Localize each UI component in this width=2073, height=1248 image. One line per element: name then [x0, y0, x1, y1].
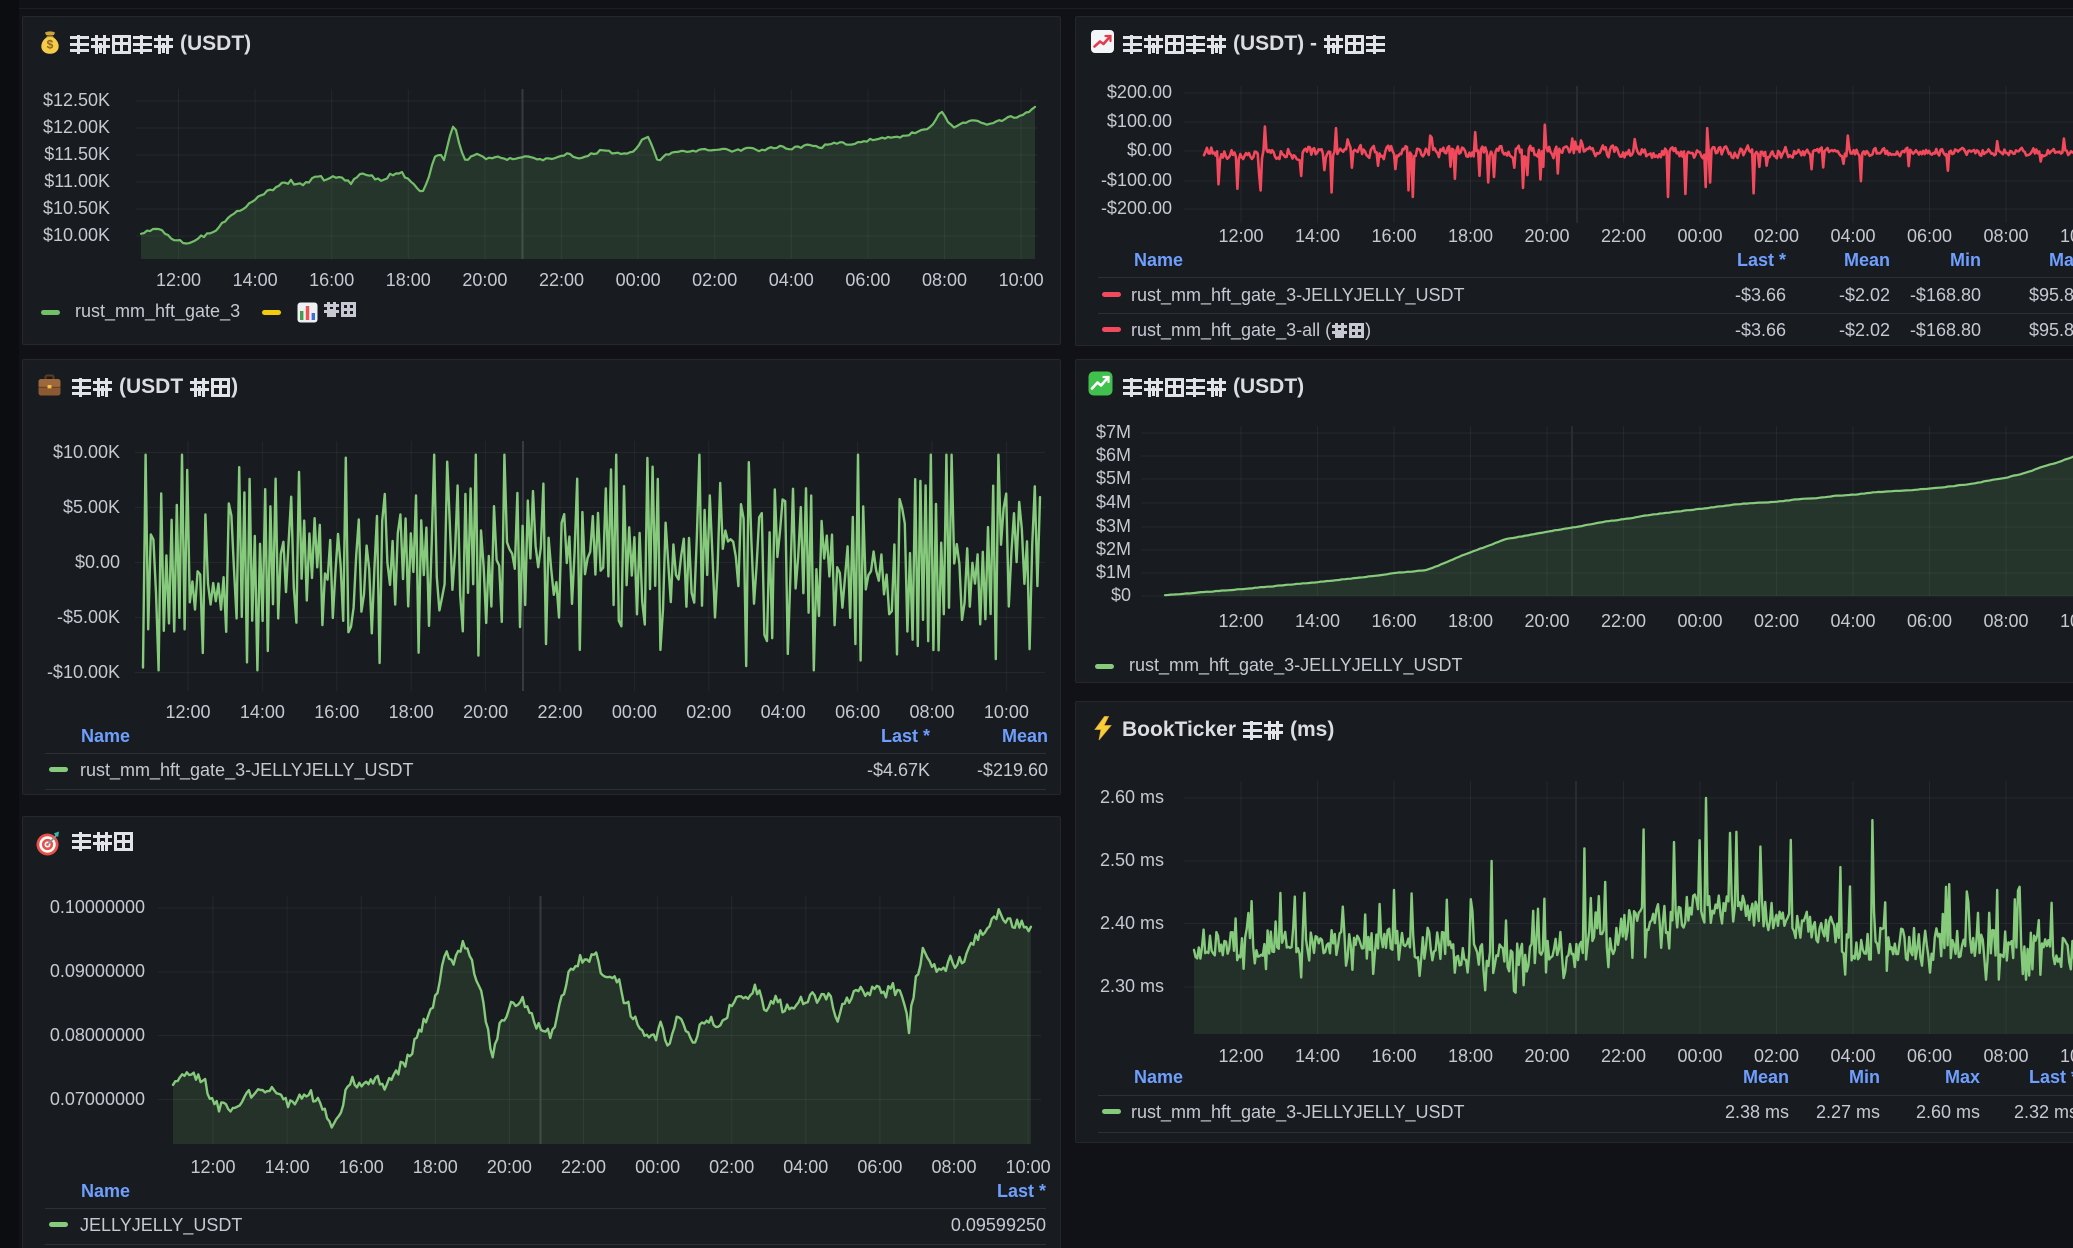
svg-text:$: $: [47, 38, 54, 52]
